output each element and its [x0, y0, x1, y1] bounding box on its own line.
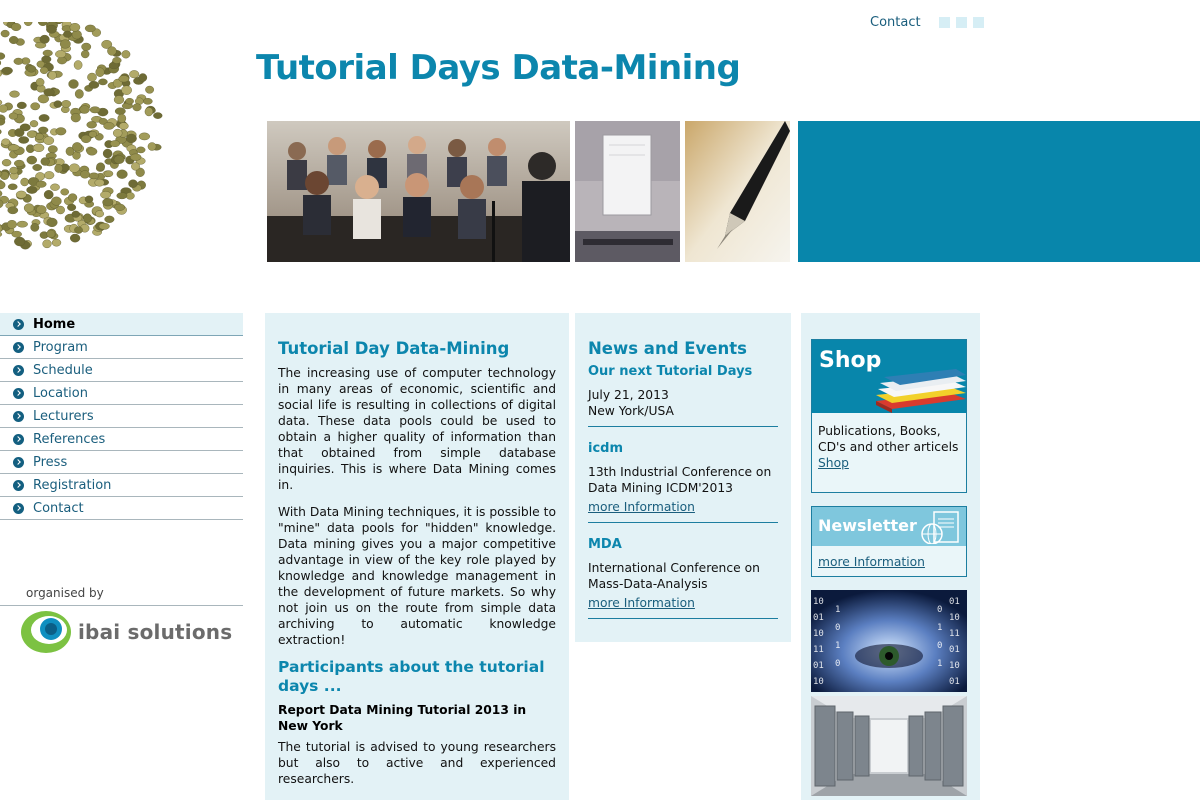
more-information-link[interactable]: more Information	[588, 500, 695, 514]
svg-text:1: 1	[835, 641, 840, 651]
news-item: MDA International Conference on Mass-Dat…	[588, 537, 778, 619]
arrow-circle-icon	[13, 387, 24, 399]
arrow-circle-icon	[13, 433, 24, 445]
nav-item-label: Contact	[33, 500, 84, 516]
nav-item-label: Registration	[33, 477, 112, 493]
divider	[0, 605, 243, 606]
news-item: Our next Tutorial Days July 21, 2013 New…	[588, 364, 778, 427]
header-photo-strip	[267, 121, 795, 262]
shop-banner[interactable]: Shop	[812, 340, 966, 413]
header-blue-block	[798, 121, 1200, 262]
nav-item-label: References	[33, 431, 106, 447]
nav-item-press[interactable]: Press	[0, 451, 243, 474]
books-icon	[876, 369, 966, 413]
main-content: Tutorial Day Data-Mining The increasing …	[265, 313, 569, 800]
nav-item-references[interactable]: References	[0, 428, 243, 451]
svg-text:0: 0	[835, 659, 840, 669]
top-links: Contact	[870, 14, 984, 30]
newsletter-link[interactable]: more Information	[812, 546, 966, 569]
arrow-circle-icon	[13, 341, 24, 353]
news-title: News and Events	[588, 339, 747, 358]
svg-text:0: 0	[937, 641, 942, 651]
newsletter-banner[interactable]: Newsletter	[812, 507, 966, 546]
report-text: The tutorial is advised to young researc…	[278, 740, 556, 786]
news-item-head: Our next Tutorial Days	[588, 364, 753, 379]
nav-item-schedule[interactable]: Schedule	[0, 359, 243, 382]
ibai-logo[interactable]: ibai solutions	[20, 610, 232, 654]
arrow-circle-icon	[13, 502, 24, 514]
shop-link[interactable]: Shop	[818, 456, 849, 470]
arrow-circle-icon	[13, 318, 24, 330]
newsletter-title: Newsletter	[818, 516, 917, 535]
nav-item-program[interactable]: Program	[0, 336, 243, 359]
news-item-head: MDA	[588, 537, 622, 552]
shop-text: Publications, Books, CD's and other arti…	[818, 424, 959, 454]
news-events-panel: News and Events Our next Tutorial Days J…	[575, 313, 791, 642]
more-information-link[interactable]: more Information	[588, 596, 695, 610]
svg-text:0: 0	[937, 605, 942, 615]
newsletter-box: Newsletter more Information	[811, 506, 967, 577]
news-item-text: July 21, 2013 New York/USA	[588, 388, 674, 418]
svg-text:01: 01	[949, 645, 960, 655]
svg-text:10: 10	[813, 629, 824, 639]
decor-square	[972, 16, 984, 28]
newsletter-globe-icon	[921, 511, 959, 544]
svg-text:10: 10	[813, 597, 824, 607]
shop-box: Shop Publications, Books, CD's and other…	[811, 339, 967, 493]
arrow-circle-icon	[13, 410, 24, 422]
svg-text:1: 1	[937, 659, 942, 669]
nav-item-location[interactable]: Location	[0, 382, 243, 405]
arrow-circle-icon	[13, 364, 24, 376]
main-title: Tutorial Day Data-Mining	[278, 339, 510, 358]
site-title: Tutorial Days Data-Mining	[256, 48, 741, 88]
nav-item-lecturers[interactable]: Lecturers	[0, 405, 243, 428]
nav-item-label: Location	[33, 385, 88, 401]
nav-item-label: Program	[33, 339, 88, 355]
svg-text:11: 11	[949, 629, 960, 639]
news-item-text: 13th Industrial Conference on Data Minin…	[588, 465, 772, 495]
data-mining-paragraph: With Data Mining techniques, it is possi…	[278, 505, 556, 647]
nav-item-registration[interactable]: Registration	[0, 474, 243, 497]
svg-text:10: 10	[813, 677, 824, 687]
svg-text:01: 01	[949, 597, 960, 607]
svg-text:01: 01	[813, 613, 824, 623]
news-item-text: International Conference on Mass-Data-An…	[588, 561, 760, 591]
participants-heading: Participants about the tutorial days ...	[278, 658, 545, 695]
arrow-circle-icon	[13, 456, 24, 468]
nav-item-label: Home	[33, 316, 76, 332]
audience-photo	[267, 121, 570, 262]
svg-text:10: 10	[949, 661, 960, 671]
shop-description: Publications, Books, CD's and other arti…	[812, 413, 966, 471]
top-contact-link[interactable]: Contact	[870, 15, 921, 30]
nav-item-contact[interactable]: Contact	[0, 497, 243, 520]
svg-text:01: 01	[813, 661, 824, 671]
decor-square	[955, 16, 967, 28]
svg-text:11: 11	[813, 645, 824, 655]
ibai-logo-icon	[21, 611, 71, 653]
right-sidebar: Shop Publications, Books, CD's and other…	[801, 313, 980, 800]
server-room-image	[811, 696, 967, 796]
pen-photo	[685, 121, 790, 262]
svg-text:1: 1	[937, 623, 942, 633]
binary-eye-image: 10 01 10 11 01 10 01 10 11 01 10 01 1010 0101	[811, 590, 967, 692]
svg-text:1: 1	[835, 605, 840, 615]
organised-by-label: organised by	[26, 586, 104, 600]
nav-item-home[interactable]: Home	[0, 313, 243, 336]
svg-text:10: 10	[949, 613, 960, 623]
arrow-circle-icon	[13, 479, 24, 491]
flipchart-photo	[575, 121, 680, 262]
main-nav: Home Program Schedule Location Lecturers…	[0, 313, 243, 520]
nav-item-label: Lecturers	[33, 408, 94, 424]
org-name: ibai solutions	[78, 620, 233, 644]
lentils-image	[0, 22, 228, 262]
svg-text:0: 0	[835, 623, 840, 633]
nav-item-label: Schedule	[33, 362, 93, 378]
intro-paragraph: The increasing use of computer technolog…	[278, 366, 556, 492]
nav-item-label: Press	[33, 454, 68, 470]
decor-square	[938, 16, 950, 28]
svg-text:01: 01	[949, 677, 960, 687]
news-item: icdm 13th Industrial Conference on Data …	[588, 441, 778, 523]
report-title: Report Data Mining Tutorial 2013 in New …	[278, 703, 527, 733]
news-item-head: icdm	[588, 441, 624, 456]
